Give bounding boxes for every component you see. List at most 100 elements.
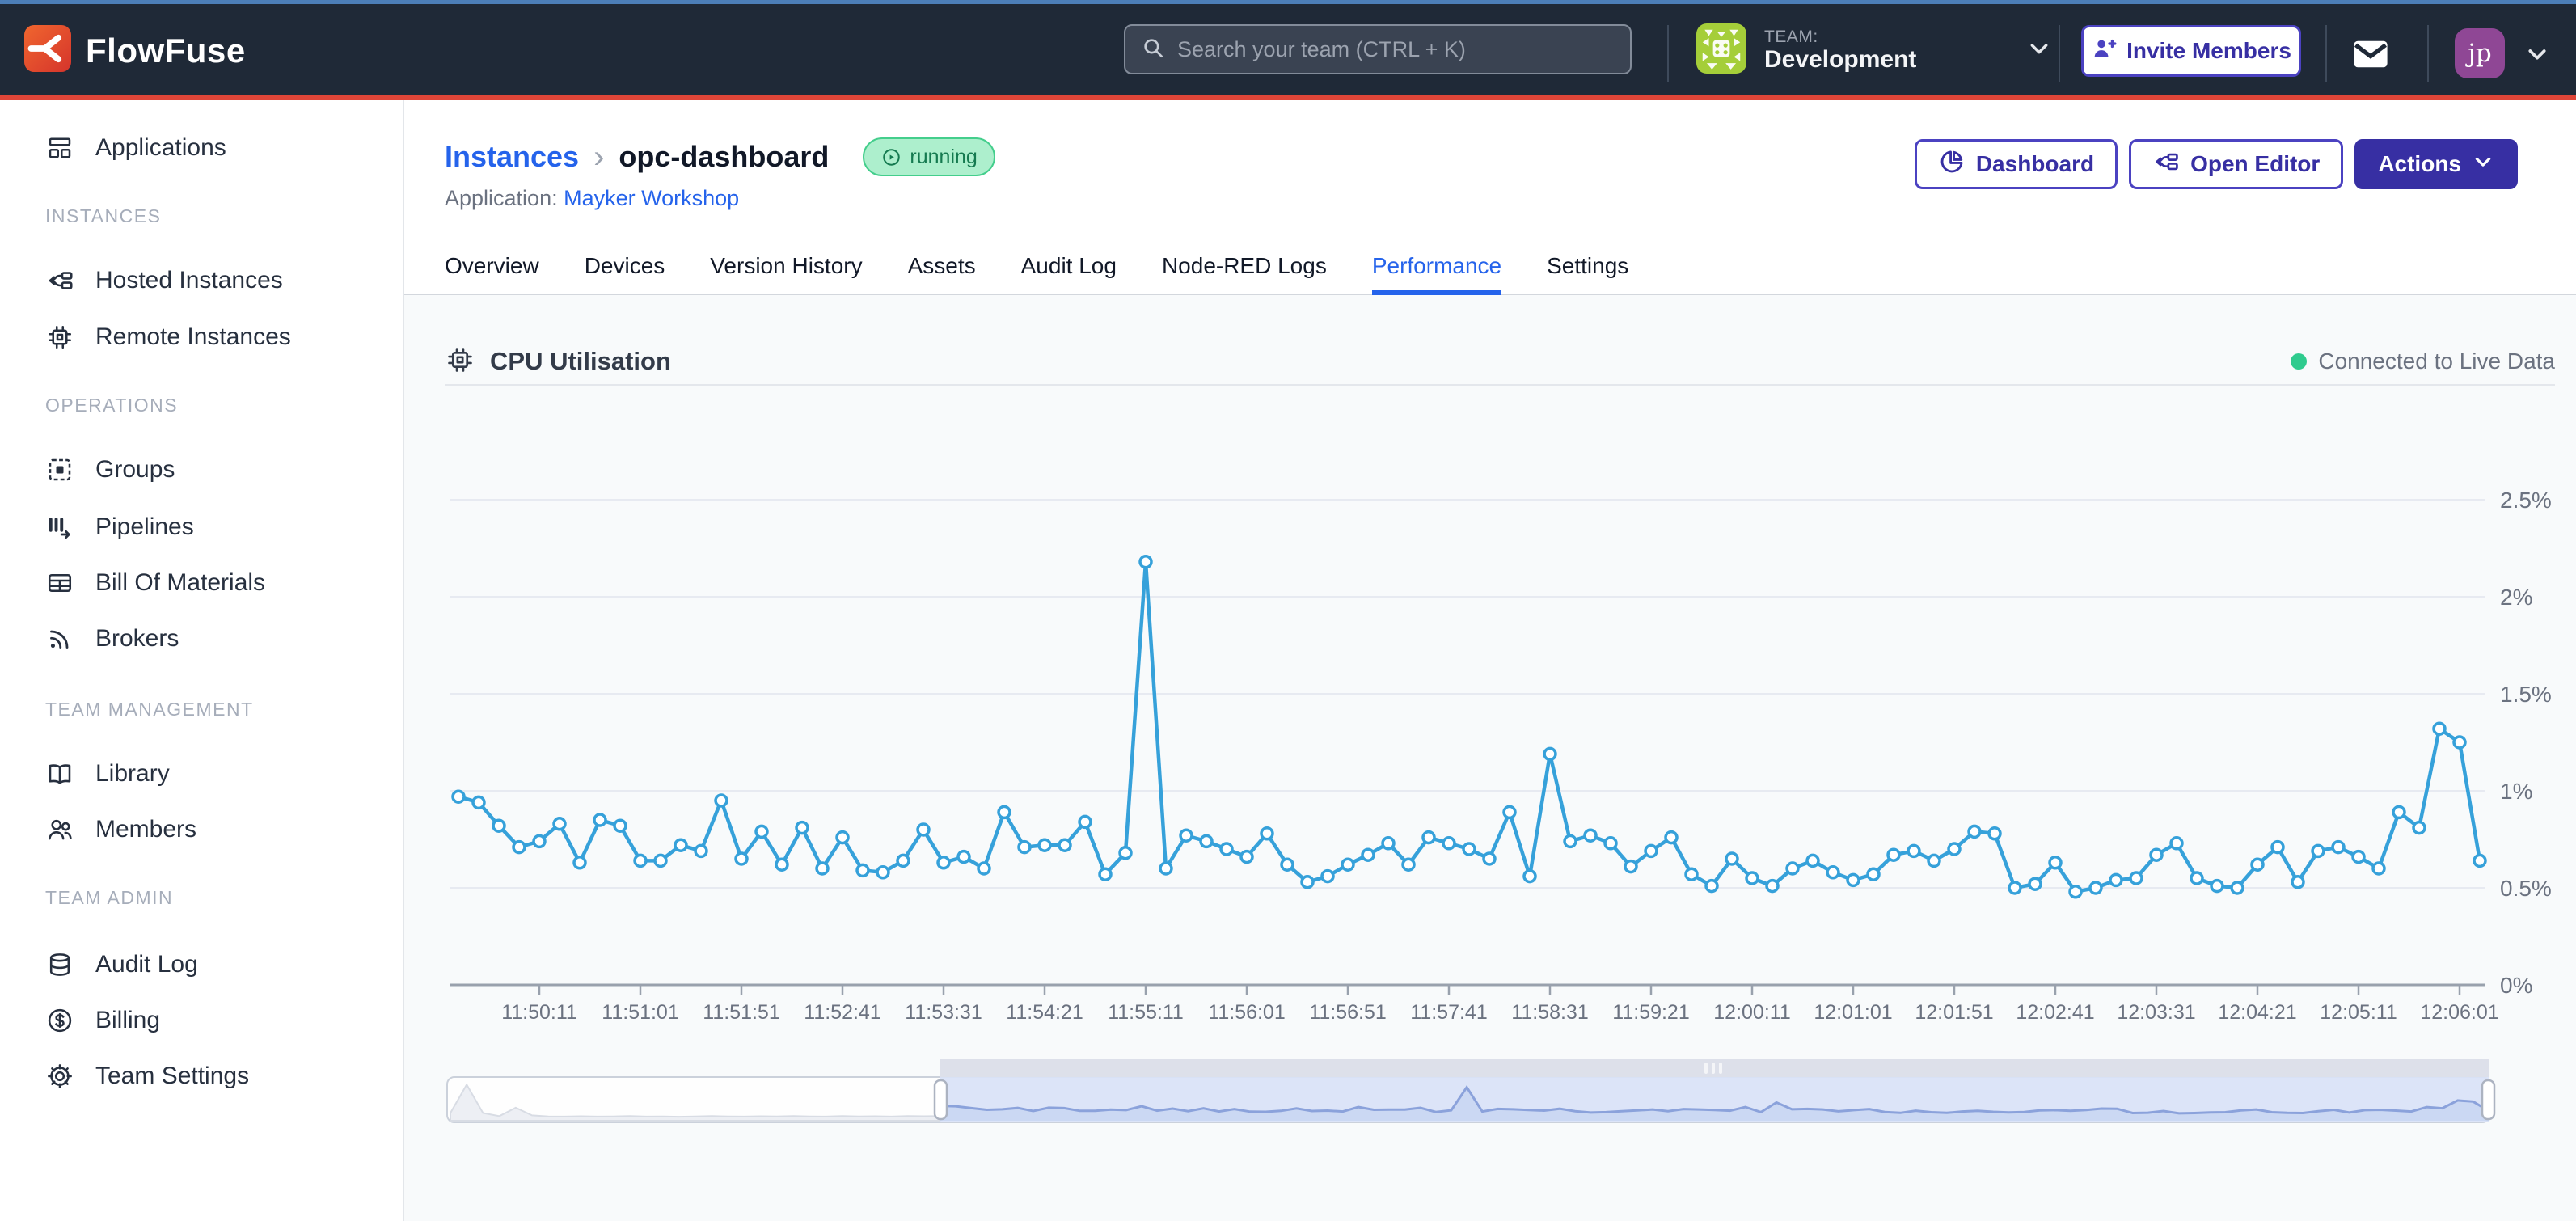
sidebar-item-label: Hosted Instances xyxy=(95,267,283,294)
svg-text:11:58:31: 11:58:31 xyxy=(1511,1001,1588,1024)
tab-performance[interactable]: Performance xyxy=(1372,253,1501,295)
flowfuse-logo-icon xyxy=(24,25,71,76)
sidebar-item-hosted-instances[interactable]: Hosted Instances xyxy=(45,261,283,300)
open-editor-button-label: Open Editor xyxy=(2190,151,2320,177)
sidebar-item-label: Remote Instances xyxy=(95,323,291,351)
svg-text:11:57:41: 11:57:41 xyxy=(1410,1001,1487,1024)
svg-text:12:04:21: 12:04:21 xyxy=(2218,1001,2296,1024)
svg-text:11:55:11: 11:55:11 xyxy=(1108,1001,1184,1024)
user-avatar[interactable]: jp xyxy=(2455,28,2505,78)
actions-button[interactable]: Actions xyxy=(2354,139,2518,189)
sidebar-item-label: Library xyxy=(95,760,170,788)
svg-text:11:59:21: 11:59:21 xyxy=(1612,1001,1689,1024)
svg-text:11:53:31: 11:53:31 xyxy=(905,1001,982,1024)
chevron-down-icon xyxy=(2472,150,2494,179)
dashboard-button[interactable]: Dashboard xyxy=(1915,139,2118,189)
instance-header: Instances › opc-dashboard running Applic… xyxy=(404,100,2576,295)
applications-icon xyxy=(45,133,74,163)
instance-tabs: Overview Devices Version History Assets … xyxy=(445,100,1628,295)
chip-icon xyxy=(45,323,74,352)
sidebar-item-label: Audit Log xyxy=(95,951,198,978)
tab-node-red-logs[interactable]: Node-RED Logs xyxy=(1162,253,1327,295)
pie-chart-icon xyxy=(1938,148,1966,181)
svg-text:2%: 2% xyxy=(2500,585,2532,610)
tab-audit-log[interactable]: Audit Log xyxy=(1021,253,1117,295)
svg-text:11:52:41: 11:52:41 xyxy=(804,1001,880,1024)
sidebar-item-pipelines[interactable]: Pipelines xyxy=(45,508,194,547)
tab-settings[interactable]: Settings xyxy=(1547,253,1628,295)
header-actions: Dashboard Open Editor Actions xyxy=(1915,139,2518,189)
team-name: Development xyxy=(1764,46,1916,73)
sidebar-item-team-settings[interactable]: Team Settings xyxy=(45,1057,249,1096)
sidebar-section-operations: OPERATIONS xyxy=(45,395,178,416)
svg-text:1.5%: 1.5% xyxy=(2500,682,2552,707)
team-avatar xyxy=(1696,23,1746,78)
notifications-mail-icon[interactable] xyxy=(2350,33,2392,75)
sidebar-item-audit-log[interactable]: Audit Log xyxy=(45,945,198,984)
svg-text:12:03:31: 12:03:31 xyxy=(2117,1001,2195,1024)
dashboard-button-label: Dashboard xyxy=(1976,151,2094,177)
sidebar-item-library[interactable]: Library xyxy=(45,754,170,793)
sidebar-item-members[interactable]: Members xyxy=(45,810,196,849)
team-chevron-down-icon xyxy=(2026,36,2052,65)
nav-divider xyxy=(2059,25,2060,82)
sidebar-section-instances: INSTANCES xyxy=(45,205,161,227)
sidebar-item-label: Bill Of Materials xyxy=(95,569,265,597)
svg-text:0.5%: 0.5% xyxy=(2500,876,2552,901)
svg-text:11:51:01: 11:51:01 xyxy=(602,1001,678,1024)
svg-text:12:00:11: 12:00:11 xyxy=(1713,1001,1790,1024)
svg-text:12:02:41: 12:02:41 xyxy=(2016,1001,2094,1024)
svg-text:0%: 0% xyxy=(2500,973,2532,998)
svg-text:11:50:11: 11:50:11 xyxy=(501,1001,577,1024)
groups-icon xyxy=(45,455,74,484)
brand-name: FlowFuse xyxy=(86,32,246,70)
invite-members-label: Invite Members xyxy=(2126,38,2291,64)
library-book-icon xyxy=(45,759,74,788)
top-navbar: FlowFuse xyxy=(0,0,2576,100)
search-input[interactable] xyxy=(1177,37,1615,62)
bill-of-materials-icon xyxy=(45,568,74,598)
tab-overview[interactable]: Overview xyxy=(445,253,539,295)
database-icon xyxy=(45,950,74,979)
sidebar-item-brokers[interactable]: Brokers xyxy=(45,619,179,658)
team-switcher[interactable]: TEAM: Development xyxy=(1696,24,2052,76)
svg-text:12:05:11: 12:05:11 xyxy=(2320,1001,2397,1024)
team-label: TEAM: xyxy=(1764,27,1916,46)
svg-text:11:56:01: 11:56:01 xyxy=(1208,1001,1285,1024)
svg-text:11:54:21: 11:54:21 xyxy=(1006,1001,1083,1024)
svg-text:1%: 1% xyxy=(2500,779,2532,804)
svg-text:11:51:51: 11:51:51 xyxy=(703,1001,779,1024)
team-search[interactable] xyxy=(1124,24,1632,74)
sidebar-item-billing[interactable]: Billing xyxy=(45,1001,160,1040)
tab-version-history[interactable]: Version History xyxy=(710,253,862,295)
svg-text:12:01:01: 12:01:01 xyxy=(1814,1001,1892,1024)
billing-dollar-icon xyxy=(45,1006,74,1035)
tab-devices[interactable]: Devices xyxy=(585,253,665,295)
brand[interactable]: FlowFuse xyxy=(24,25,246,76)
tab-assets[interactable]: Assets xyxy=(908,253,976,295)
sidebar-item-groups[interactable]: Groups xyxy=(45,450,175,489)
hosted-instances-icon xyxy=(45,266,74,295)
node-red-flow-icon xyxy=(2152,148,2180,181)
user-menu-chevron-down-icon[interactable] xyxy=(2524,41,2550,67)
open-editor-button[interactable]: Open Editor xyxy=(2129,139,2343,189)
sidebar-item-applications[interactable]: Applications xyxy=(45,129,226,167)
pipelines-icon xyxy=(45,513,74,542)
svg-text:2.5%: 2.5% xyxy=(2500,488,2552,513)
nav-divider xyxy=(2427,25,2429,82)
sidebar-item-bill-of-materials[interactable]: Bill Of Materials xyxy=(45,564,265,602)
sidebar: Applications INSTANCES Hosted Instances … xyxy=(0,100,404,1221)
brokers-rss-icon xyxy=(45,624,74,653)
sidebar-section-team-admin: TEAM ADMIN xyxy=(45,887,173,909)
cpu-utilisation-chart[interactable]: 0% 0.5% 1% 1.5% 2% 2.5% 11:50:11 11:51:01 11:51:… xyxy=(404,295,2576,1152)
sidebar-item-remote-instances[interactable]: Remote Instances xyxy=(45,318,291,357)
main-content: Instances › opc-dashboard running Applic… xyxy=(404,100,2576,1221)
svg-text:12:06:01: 12:06:01 xyxy=(2420,1001,2498,1024)
invite-members-button[interactable]: Invite Members xyxy=(2081,25,2301,77)
members-users-icon xyxy=(45,815,74,844)
sidebar-item-label: Billing xyxy=(95,1007,160,1034)
sidebar-item-label: Pipelines xyxy=(95,513,194,541)
search-icon xyxy=(1140,35,1166,65)
sidebar-item-label: Brokers xyxy=(95,625,179,653)
sidebar-item-label: Members xyxy=(95,816,196,843)
